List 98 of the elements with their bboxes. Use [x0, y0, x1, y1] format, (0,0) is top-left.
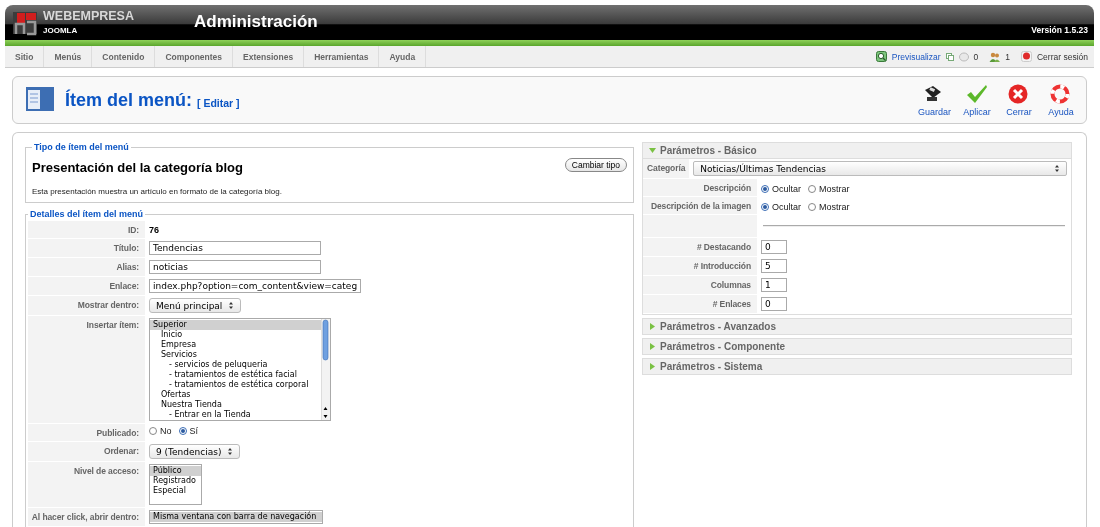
panel-header[interactable]: Parámetros - Básico [642, 142, 1072, 159]
panel-title: Parámetros - Componente [660, 341, 786, 352]
text-field[interactable]: index.php?option=com_content&view=categ [149, 279, 362, 293]
toolbar-button[interactable]: Cerrar [1000, 81, 1038, 119]
scroll-arrows-icon[interactable] [322, 406, 329, 419]
external-window-icon [945, 52, 954, 61]
field-label: # Enlaces [643, 295, 757, 313]
text-field[interactable]: 0 [761, 297, 787, 311]
toolbar-button[interactable]: Aplicar [958, 81, 996, 119]
radio-option[interactable]: Ocultar [761, 202, 801, 212]
radio-option[interactable]: Mostrar [808, 202, 850, 212]
message-icon [958, 51, 969, 62]
users-icon [989, 51, 1001, 62]
field-label: Descripción de la imagen [643, 197, 757, 214]
list-option[interactable]: Servicios [150, 350, 321, 360]
panel-header[interactable]: Parámetros - Sistema [642, 358, 1072, 375]
toolbar-button[interactable]: Ayuda [1042, 81, 1080, 119]
list-option[interactable]: Nuestra Tienda [150, 400, 321, 410]
preview-icon [875, 51, 887, 62]
text-field[interactable]: 0 [761, 240, 787, 254]
lifebuoy-icon [1050, 83, 1072, 104]
logout-icon [1020, 51, 1032, 62]
field-label: Enlace: [28, 277, 145, 295]
list-option[interactable]: Especial [150, 486, 201, 496]
dropdown[interactable]: Noticias/Últimas Tendencias [693, 161, 1067, 176]
version-label: Versión 1.5.23 [1031, 25, 1088, 35]
field-label: ID: [28, 221, 145, 238]
select-arrows-icon [227, 447, 234, 456]
brand-name: WEBEMPRESA [43, 10, 134, 23]
page-title: Ítem del menú: [65, 89, 193, 111]
list-option[interactable]: Público [150, 466, 201, 476]
field-label: Columnas [643, 276, 757, 294]
radio-button[interactable] [808, 203, 816, 211]
section-legend: Tipo de ítem del menú [32, 142, 131, 152]
menu-type-description: Esta presentación muestra un artículo en formato de la categoría blog. [32, 187, 283, 196]
radio-option[interactable]: Ocultar [761, 184, 801, 194]
radio-button[interactable] [149, 427, 157, 435]
panel-title: Parámetros - Básico [660, 145, 757, 156]
list-option[interactable]: Superior [150, 320, 321, 330]
field-label: # Introducción [643, 257, 757, 275]
list-option[interactable]: - tratamientos de estética facial [150, 370, 321, 380]
checkmark-icon [966, 83, 988, 104]
list-option[interactable]: Misma ventana con barra de navegación [150, 512, 322, 522]
radio-button[interactable] [761, 185, 769, 193]
logo-icon [12, 9, 38, 36]
brand-subtitle: JOOMLA [43, 26, 79, 35]
logout-link[interactable]: Cerrar sesión [1036, 51, 1088, 62]
change-type-button[interactable]: Cambiar tipo [564, 158, 627, 172]
field-label: # Destacando [643, 238, 757, 256]
field-label: Categoría [643, 159, 690, 178]
list-option[interactable]: Ofertas [150, 390, 321, 400]
field-label: Ordenar: [28, 442, 145, 461]
text-field[interactable]: noticias [149, 260, 321, 274]
list-option[interactable]: - tratamientos de estética corporal [150, 380, 321, 390]
list-box[interactable]: Público Registrado Especial [149, 464, 202, 505]
radio-button[interactable] [761, 203, 769, 211]
field-label: Alias: [28, 258, 145, 276]
user-count: 1 [1005, 51, 1010, 62]
page-subtitle: [ Editar ] [197, 96, 240, 109]
panel-header[interactable]: Parámetros - Avanzados [642, 318, 1072, 335]
message-count: 0 [973, 51, 979, 62]
select-arrows-icon [1054, 164, 1060, 173]
close-icon [1008, 83, 1030, 104]
field-label: Insertar ítem: [28, 316, 145, 423]
list-option[interactable]: Empresa [150, 340, 321, 350]
field-label: Mostrar dentro: [28, 296, 145, 315]
panel-title: Parámetros - Avanzados [660, 321, 776, 332]
field-label: Título: [28, 239, 145, 257]
field-label: Al hacer click, abrir dentro: [28, 508, 145, 526]
radio-option[interactable]: Sí [178, 426, 199, 436]
list-option[interactable]: - servicios de peluqueria [150, 360, 321, 370]
radio-option[interactable]: No [149, 426, 172, 436]
panel-title: Parámetros - Sistema [660, 361, 763, 372]
app-title: Administración [194, 12, 318, 33]
radio-button[interactable] [808, 185, 816, 193]
list-box[interactable]: Superior Inicio Empresa Servicios - servicios de peluqueria - tratamientos de estética facial - tratamientos de estética corporal Ofertas Nuestra Tienda - Entrar en la Tienda [149, 318, 331, 421]
field-label: Descripción [643, 179, 757, 196]
list-option[interactable]: Registrado [150, 476, 201, 486]
text-field[interactable]: 5 [761, 259, 787, 273]
field-label: Nivel de acceso: [28, 462, 145, 507]
menu-type-heading: Presentación del la categoría blog [32, 160, 243, 175]
dropdown[interactable]: Menú principal [149, 298, 242, 313]
dropdown[interactable]: 9 (Tendencias) [149, 444, 241, 459]
scrollbar-thumb-icon[interactable] [322, 319, 329, 361]
preview-link[interactable]: Previsualizar [891, 51, 941, 62]
page-icon [25, 86, 55, 114]
toolbar-button[interactable]: Guardar [914, 81, 954, 119]
field-label: Publicado: [28, 424, 145, 441]
list-option[interactable]: - Entrar en la Tienda [150, 410, 321, 420]
radio-button[interactable] [178, 427, 187, 435]
list-option[interactable]: Inicio [150, 330, 321, 340]
section-legend: Detalles del ítem del menú [28, 209, 146, 219]
radio-option[interactable]: Mostrar [808, 184, 850, 194]
select-arrows-icon [228, 301, 235, 310]
field-value: 76 [149, 224, 159, 235]
panel-header[interactable]: Parámetros - Componente [642, 338, 1072, 355]
text-field[interactable]: Tendencias [149, 241, 321, 255]
text-field[interactable]: 1 [761, 278, 787, 292]
